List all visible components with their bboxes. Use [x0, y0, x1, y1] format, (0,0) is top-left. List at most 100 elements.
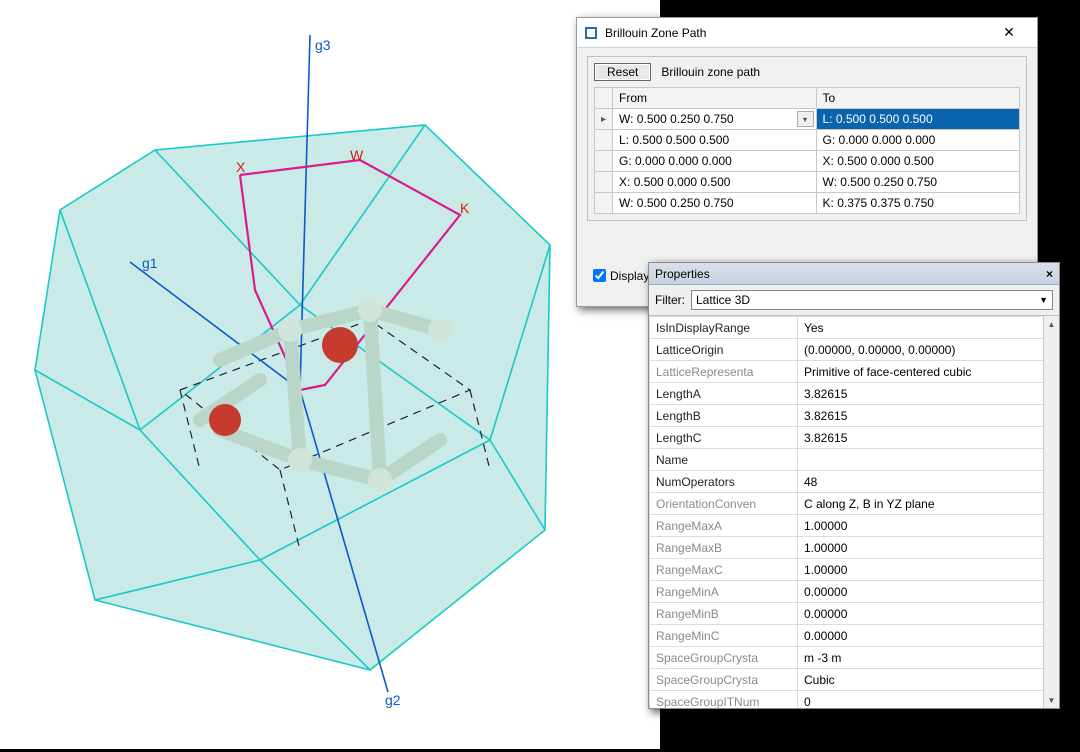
property-row[interactable]: LatticeRepresentaPrimitive of face-cente… — [650, 361, 1059, 383]
chevron-down-icon[interactable]: ▾ — [797, 111, 814, 127]
filter-value: Lattice 3D — [696, 293, 1039, 307]
property-row[interactable]: SpaceGroupCrystaCubic — [650, 669, 1059, 691]
to-cell[interactable]: K: 0.375 0.375 0.750 — [816, 193, 1019, 214]
property-row[interactable]: RangeMaxA1.00000 — [650, 515, 1059, 537]
properties-title: Properties — [655, 267, 1046, 281]
property-value[interactable]: 1.00000 — [798, 559, 1059, 581]
display-checkbox[interactable]: Display — [593, 269, 649, 283]
scroll-down-icon[interactable]: ▼ — [1044, 692, 1059, 708]
property-key: RangeMinC — [650, 625, 798, 647]
property-row[interactable]: LengthA3.82615 — [650, 383, 1059, 405]
property-key: RangeMaxA — [650, 515, 798, 537]
property-value[interactable]: Primitive of face-centered cubic — [798, 361, 1059, 383]
property-row[interactable]: OrientationConvenC along Z, B in YZ plan… — [650, 493, 1059, 515]
property-key: OrientationConven — [650, 493, 798, 515]
property-value[interactable]: m -3 m — [798, 647, 1059, 669]
properties-titlebar[interactable]: Properties × — [649, 263, 1059, 285]
app-icon — [583, 25, 599, 41]
table-corner — [595, 88, 613, 109]
chevron-down-icon: ▼ — [1039, 295, 1048, 305]
col-from[interactable]: From — [613, 88, 816, 109]
property-row[interactable]: LengthB3.82615 — [650, 405, 1059, 427]
property-value[interactable]: 3.82615 — [798, 383, 1059, 405]
row-header[interactable] — [595, 130, 613, 151]
to-cell[interactable]: X: 0.500 0.000 0.500 — [816, 151, 1019, 172]
bz-group-label: Brillouin zone path — [661, 65, 760, 79]
table-row[interactable]: W: 0.500 0.250 0.750K: 0.375 0.375 0.750 — [595, 193, 1020, 214]
property-value[interactable]: 1.00000 — [798, 537, 1059, 559]
property-key: SpaceGroupCrysta — [650, 647, 798, 669]
row-header[interactable] — [595, 193, 613, 214]
path-label-w: W — [350, 147, 364, 163]
scrollbar[interactable]: ▲ ▼ — [1043, 316, 1059, 708]
col-to[interactable]: To — [816, 88, 1019, 109]
property-value[interactable]: Cubic — [798, 669, 1059, 691]
path-label-x: X — [236, 159, 246, 175]
property-key: SpaceGroupITNum — [650, 691, 798, 709]
from-cell[interactable]: L: 0.500 0.500 0.500 — [613, 130, 816, 151]
property-value[interactable]: 48 — [798, 471, 1059, 493]
property-key: LengthC — [650, 427, 798, 449]
property-value[interactable]: Yes — [798, 317, 1059, 339]
property-row[interactable]: SpaceGroupCrystam -3 m — [650, 647, 1059, 669]
filter-combo[interactable]: Lattice 3D ▼ — [691, 290, 1053, 310]
property-key: LengthA — [650, 383, 798, 405]
property-row[interactable]: RangeMinA0.00000 — [650, 581, 1059, 603]
property-key: IsInDisplayRange — [650, 317, 798, 339]
row-header[interactable] — [595, 151, 613, 172]
bz-titlebar[interactable]: Brillouin Zone Path ✕ — [577, 18, 1037, 48]
close-icon[interactable]: × — [1046, 267, 1053, 281]
reset-button[interactable]: Reset — [594, 63, 651, 81]
property-row[interactable]: LengthC3.82615 — [650, 427, 1059, 449]
axis-label-g2: g2 — [385, 692, 401, 708]
from-cell[interactable]: W: 0.500 0.250 0.750▾ — [613, 109, 816, 130]
property-value[interactable]: 3.82615 — [798, 405, 1059, 427]
to-cell[interactable]: G: 0.000 0.000 0.000 — [816, 130, 1019, 151]
property-row[interactable]: SpaceGroupITNum0 — [650, 691, 1059, 709]
property-value[interactable]: 1.00000 — [798, 515, 1059, 537]
from-cell[interactable]: X: 0.500 0.000 0.500 — [613, 172, 816, 193]
display-check-input[interactable] — [593, 269, 606, 282]
bz-group: Reset Brillouin zone path From To ▸W: 0.… — [587, 56, 1027, 221]
table-row[interactable]: X: 0.500 0.000 0.500W: 0.500 0.250 0.750 — [595, 172, 1020, 193]
property-row[interactable]: NumOperators48 — [650, 471, 1059, 493]
property-row[interactable]: RangeMinC0.00000 — [650, 625, 1059, 647]
property-value[interactable] — [798, 449, 1059, 471]
axis-label-g3: g3 — [315, 37, 331, 53]
to-cell[interactable]: L: 0.500 0.500 0.500 — [816, 109, 1019, 130]
row-header[interactable] — [595, 172, 613, 193]
scroll-up-icon[interactable]: ▲ — [1044, 316, 1059, 332]
property-key: LengthB — [650, 405, 798, 427]
property-key: RangeMinA — [650, 581, 798, 603]
close-icon[interactable]: ✕ — [987, 24, 1031, 41]
filter-label: Filter: — [655, 293, 685, 307]
property-value[interactable]: 0.00000 — [798, 625, 1059, 647]
from-cell[interactable]: W: 0.500 0.250 0.750 — [613, 193, 816, 214]
brillouin-3d-viewport[interactable]: g3 g2 g1 W X K — [0, 0, 660, 749]
property-row[interactable]: RangeMinB0.00000 — [650, 603, 1059, 625]
axis-label-g1: g1 — [142, 255, 158, 271]
property-key: RangeMinB — [650, 603, 798, 625]
property-row[interactable]: IsInDisplayRangeYes — [650, 317, 1059, 339]
to-cell[interactable]: W: 0.500 0.250 0.750 — [816, 172, 1019, 193]
property-value[interactable]: 0 — [798, 691, 1059, 709]
from-cell[interactable]: G: 0.000 0.000 0.000 — [613, 151, 816, 172]
table-row[interactable]: L: 0.500 0.500 0.500G: 0.000 0.000 0.000 — [595, 130, 1020, 151]
properties-dialog: Properties × Filter: Lattice 3D ▼ IsInDi… — [648, 262, 1060, 709]
property-value[interactable]: 0.00000 — [798, 581, 1059, 603]
property-row[interactable]: RangeMaxB1.00000 — [650, 537, 1059, 559]
table-row[interactable]: G: 0.000 0.000 0.000X: 0.500 0.000 0.500 — [595, 151, 1020, 172]
property-value[interactable]: C along Z, B in YZ plane — [798, 493, 1059, 515]
row-header[interactable]: ▸ — [595, 109, 613, 130]
property-value[interactable]: 3.82615 — [798, 427, 1059, 449]
bz-title: Brillouin Zone Path — [605, 26, 987, 40]
property-row[interactable]: Name — [650, 449, 1059, 471]
bz-path-table[interactable]: From To ▸W: 0.500 0.250 0.750▾L: 0.500 0… — [594, 87, 1020, 214]
properties-grid[interactable]: IsInDisplayRangeYesLatticeOrigin(0.00000… — [649, 315, 1059, 708]
property-value[interactable]: (0.00000, 0.00000, 0.00000) — [798, 339, 1059, 361]
property-row[interactable]: RangeMaxC1.00000 — [650, 559, 1059, 581]
property-row[interactable]: LatticeOrigin(0.00000, 0.00000, 0.00000) — [650, 339, 1059, 361]
property-key: LatticeOrigin — [650, 339, 798, 361]
table-row[interactable]: ▸W: 0.500 0.250 0.750▾L: 0.500 0.500 0.5… — [595, 109, 1020, 130]
property-value[interactable]: 0.00000 — [798, 603, 1059, 625]
